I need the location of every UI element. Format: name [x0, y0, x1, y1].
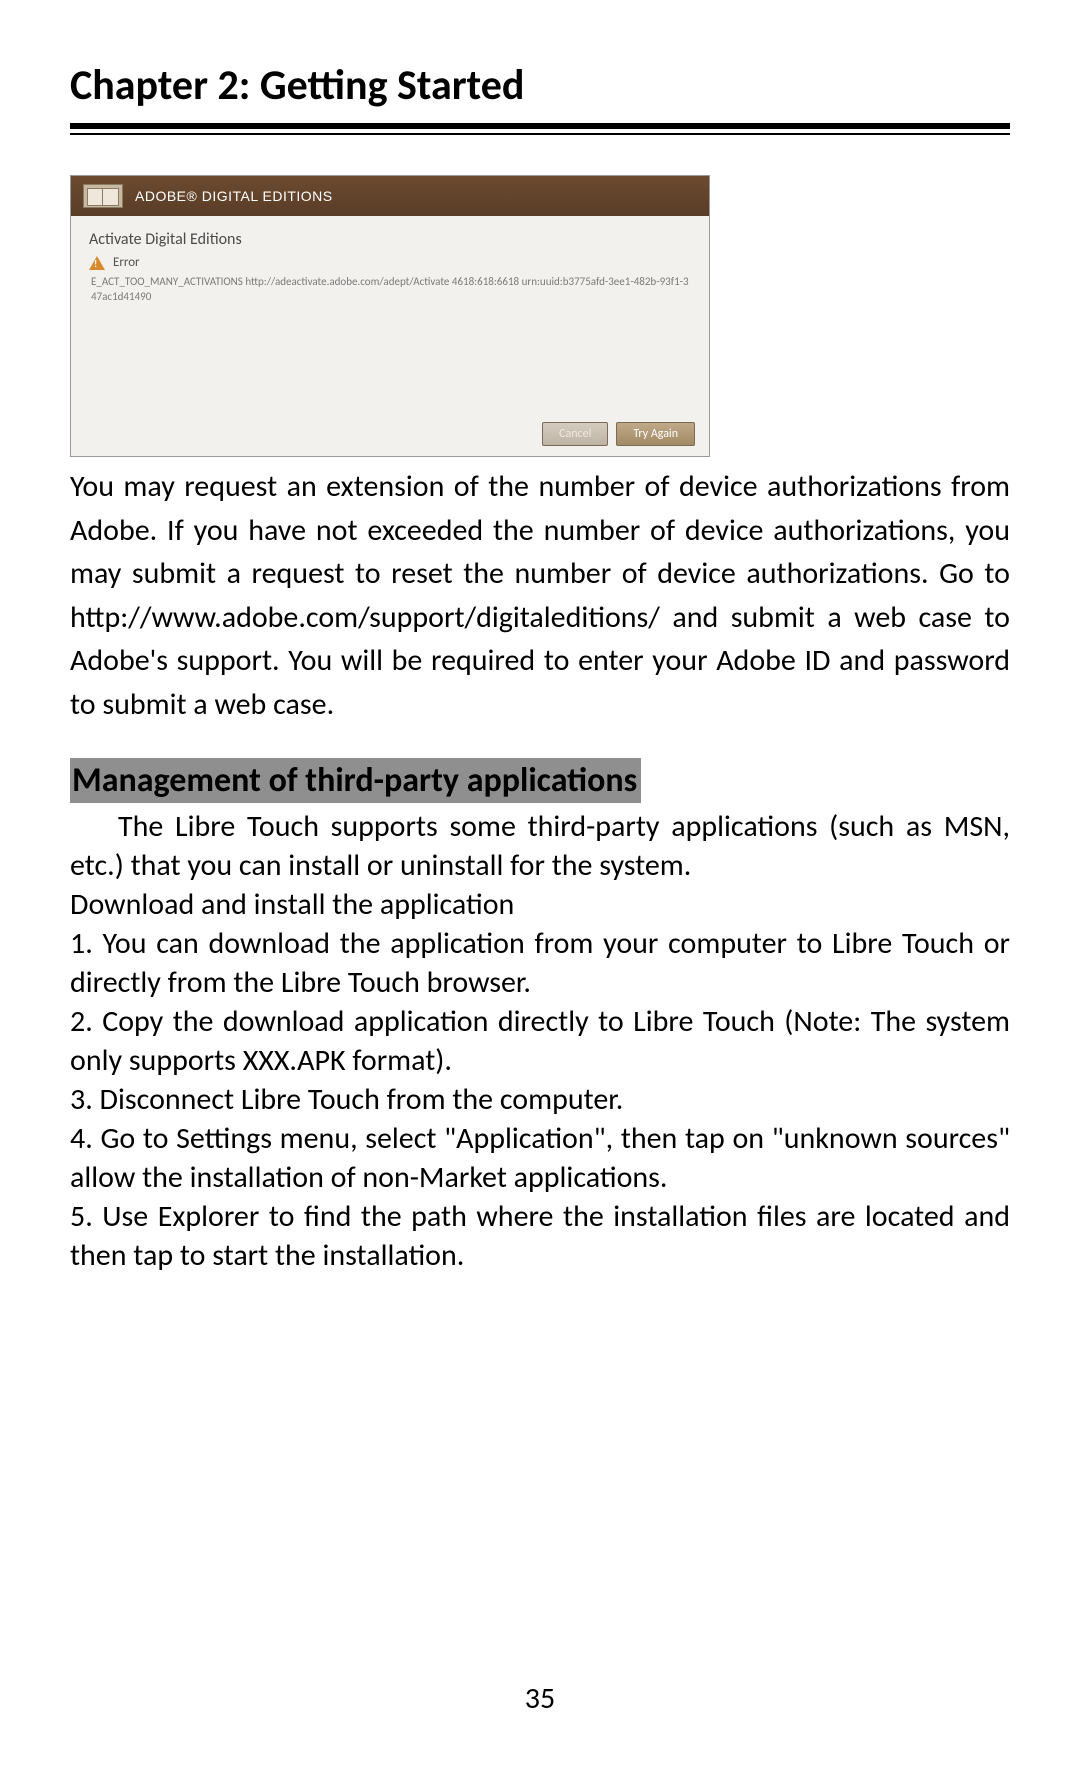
header-rule-thick: [70, 123, 1010, 129]
screenshot-error-row: Error: [89, 255, 691, 270]
step-2: 2. Copy the download application directl…: [70, 1002, 1010, 1080]
try-again-button[interactable]: Try Again: [616, 422, 695, 446]
screenshot-dialog-title: Activate Digital Editions: [89, 230, 691, 249]
screenshot-app-title: ADOBE® DIGITAL EDITIONS: [135, 188, 333, 204]
adobe-digital-editions-screenshot: ADOBE® DIGITAL EDITIONS Activate Digital…: [70, 175, 710, 457]
chapter-title: Chapter 2: Getting Started: [70, 60, 1010, 111]
step-1: 1. You can download the application from…: [70, 924, 1010, 1002]
step-5: 5. Use Explorer to find the path where t…: [70, 1197, 1010, 1275]
warning-icon: [89, 256, 105, 270]
cancel-button[interactable]: Cancel: [542, 422, 608, 446]
download-subheading: Download and install the application: [70, 885, 1010, 924]
step-3: 3. Disconnect Libre Touch from the compu…: [70, 1080, 1010, 1119]
section-heading: Management of third-party applications: [70, 758, 641, 803]
header-rule-thin: [70, 133, 1010, 135]
library-icon: [83, 184, 123, 208]
screenshot-body: Activate Digital Editions Error E_ACT_TO…: [71, 216, 709, 456]
step-4: 4. Go to Settings menu, select "Applicat…: [70, 1119, 1010, 1197]
screenshot-error-text: E_ACT_TOO_MANY_ACTIVATIONS http://adeact…: [91, 274, 691, 305]
page-number: 35: [0, 1680, 1080, 1717]
paragraph-after-screenshot: You may request an extension of the numb…: [70, 465, 1010, 726]
screenshot-button-row: Cancel Try Again: [542, 422, 695, 446]
screenshot-header: ADOBE® DIGITAL EDITIONS: [71, 176, 709, 216]
screenshot-error-label: Error: [113, 255, 140, 270]
section-intro: The Libre Touch supports some third-part…: [70, 807, 1010, 885]
